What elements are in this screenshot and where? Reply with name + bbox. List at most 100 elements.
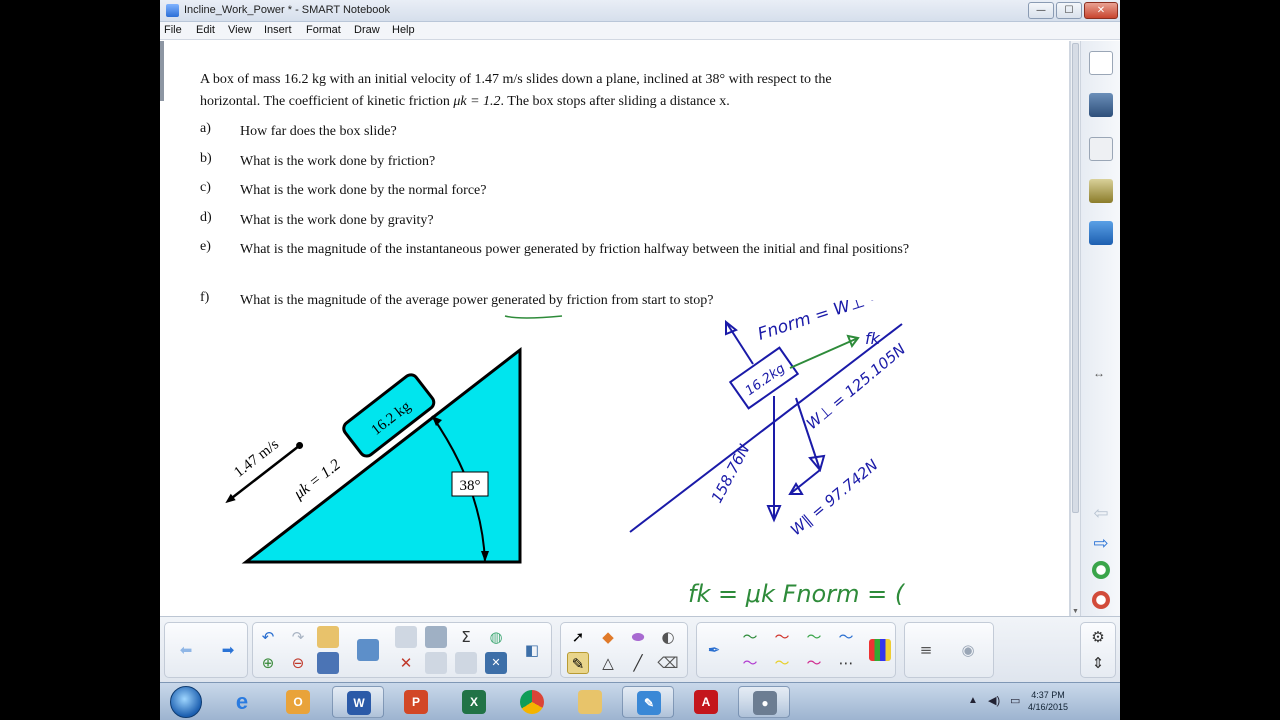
line-tool-icon[interactable]: ╱	[627, 652, 649, 674]
excel-icon: X	[462, 690, 486, 714]
line-width-icon[interactable]: ≡	[915, 639, 937, 661]
pen-style-dark-icon[interactable]: 〜	[739, 626, 761, 648]
globe-icon[interactable]: ◍	[485, 626, 507, 648]
add-page-toolbar-icon[interactable]: ⊕	[257, 652, 279, 674]
save-icon[interactable]	[317, 652, 339, 674]
start-button[interactable]	[170, 686, 202, 718]
page-sorter-tab-icon[interactable]	[1089, 51, 1113, 75]
problem-line-2: horizontal. The coefficient of kinetic f…	[200, 94, 730, 109]
taskbar-smart-notebook[interactable]: ✎	[622, 686, 674, 718]
gallery-image-icon[interactable]	[425, 626, 447, 648]
menu-insert[interactable]: Insert	[264, 24, 292, 36]
mu-value: μk = 1.2	[453, 94, 501, 109]
screen-capture-icon[interactable]	[425, 652, 447, 674]
undo-icon[interactable]: ↶	[257, 626, 279, 648]
taskbar-recorder[interactable]: ●	[738, 686, 790, 718]
menu-edit[interactable]: Edit	[196, 24, 215, 36]
transparency-icon[interactable]: ◉	[957, 639, 979, 661]
paste-icon[interactable]	[395, 626, 417, 648]
tray-show-hidden-icon[interactable]: ▲	[968, 695, 978, 706]
text-tool-icon[interactable]: ⌫	[657, 652, 679, 674]
toolbar-settings-group: ⚙ ⇕	[1080, 622, 1116, 678]
taskbar-chrome[interactable]	[506, 686, 558, 718]
menu-help[interactable]: Help	[392, 24, 415, 36]
fill-icon[interactable]: ◐	[657, 626, 679, 648]
previous-page-icon[interactable]: ⬅	[175, 639, 197, 661]
problem-statement: A box of mass 16.2 kg with an initial ve…	[200, 69, 1020, 113]
close-button[interactable]: ✕	[1084, 2, 1118, 19]
acrobat-icon: A	[694, 690, 718, 714]
smart-notebook-icon: ✎	[637, 691, 661, 715]
wpar-annotation: W∥ = 97.742N	[787, 456, 881, 539]
taskbar-internet-explorer[interactable]: e	[216, 686, 268, 718]
pen-style-pink-icon[interactable]: 〜	[803, 652, 825, 674]
smart-notebook-app-icon	[166, 4, 179, 17]
eraser-icon[interactable]: ⬬	[627, 626, 649, 648]
pen-style-purple-icon[interactable]: 〜	[739, 652, 761, 674]
resize-sidebar-icon[interactable]: ↔	[1093, 366, 1105, 380]
gear-icon[interactable]: ⚙	[1087, 626, 1109, 648]
vertical-scrollbar[interactable]: ▼	[1070, 41, 1080, 616]
volume-icon[interactable]: ◀)	[988, 694, 1000, 707]
taskbar-file-explorer[interactable]	[564, 686, 616, 718]
attachments-tab-icon[interactable]	[1089, 137, 1113, 161]
scroll-down-arrow[interactable]: ▼	[1072, 608, 1079, 615]
fnorm-annotation: Fnorm = W⊥ = 125.105N	[755, 300, 970, 345]
pen-style-green-icon[interactable]: 〜	[803, 626, 825, 648]
properties-tab-icon[interactable]	[1089, 179, 1113, 203]
clock[interactable]: 4:37 PM 4/16/2015	[1028, 689, 1068, 713]
pen-icon[interactable]: ✒	[703, 639, 725, 661]
taskbar-powerpoint[interactable]: P	[390, 686, 442, 718]
delete-page-icon[interactable]	[1092, 591, 1110, 609]
gallery-tab-icon[interactable]	[1089, 93, 1113, 117]
taskbar-excel[interactable]: X	[448, 686, 500, 718]
internet-explorer-icon: e	[235, 689, 249, 714]
next-page-icon[interactable]: ➡	[217, 639, 239, 661]
next-page-arrow-icon[interactable]: ⇨	[1089, 531, 1113, 555]
select-arrow-icon[interactable]: ➚	[567, 626, 589, 648]
menu-file[interactable]: File	[164, 24, 182, 36]
menu-draw[interactable]: Draw	[354, 24, 380, 36]
color-palette-icon[interactable]	[869, 639, 891, 661]
shapes-icon[interactable]: ◆	[597, 626, 619, 648]
taskbar-word[interactable]: W	[332, 686, 384, 718]
table-icon[interactable]	[455, 652, 477, 674]
line-properties-group: ≡ ◉	[904, 622, 994, 678]
scroll-thumb[interactable]	[1072, 43, 1079, 513]
document-camera-icon[interactable]: ◧	[521, 639, 543, 661]
menu-view[interactable]: View	[228, 24, 252, 36]
window-title: Incline_Work_Power * - SMART Notebook	[184, 4, 391, 16]
pen-style-blue-icon[interactable]: 〜	[835, 626, 857, 648]
delete-icon[interactable]: ✕	[395, 652, 417, 674]
fullscreen-icon[interactable]: ✕	[485, 652, 507, 674]
add-page-icon[interactable]	[1092, 561, 1110, 579]
menu-format[interactable]: Format	[306, 24, 341, 36]
open-file-icon[interactable]	[317, 626, 339, 648]
minimize-button[interactable]: —	[1028, 2, 1054, 19]
taskbar-acrobat[interactable]: A	[680, 686, 732, 718]
pen-style-dashed-icon[interactable]: ⋯	[835, 652, 857, 674]
normal-length-annotation: 158.76N	[708, 441, 754, 506]
screen-shade-icon[interactable]	[357, 639, 379, 661]
addons-tab-icon[interactable]	[1089, 221, 1113, 245]
pen-style-red-icon[interactable]: 〜	[771, 626, 793, 648]
bottom-toolbar: ⬅ ➡ ↶ ↷ ⊕ ⊖ Σ ◍ ✕ ✕ ◧ ➚ ◆ ⬬ ◐ ✎ △ ╱ ⌫ ✒ …	[160, 616, 1120, 682]
triangle-tool-icon[interactable]: △	[597, 652, 619, 674]
page-sorter-handle[interactable]	[160, 41, 164, 101]
pen-style-yellow-icon[interactable]: 〜	[771, 652, 793, 674]
menu-bar: File Edit View Insert Format Draw Help	[160, 22, 1120, 40]
pen-tool-icon[interactable]: ✎	[567, 652, 589, 674]
move-toolbar-icon[interactable]: ⇕	[1087, 652, 1109, 674]
maximize-button[interactable]: ☐	[1056, 2, 1082, 19]
taskbar-outlook[interactable]: O	[272, 686, 324, 718]
outlook-icon: O	[286, 690, 310, 714]
previous-page-arrow-icon[interactable]: ⇦	[1089, 501, 1113, 525]
delete-page-toolbar-icon[interactable]: ⊖	[287, 652, 309, 674]
table-insert-icon[interactable]: Σ	[455, 626, 477, 648]
angle-label: 38°	[460, 478, 481, 494]
handwritten-incline-line	[629, 323, 903, 533]
title-bar: Incline_Work_Power * - SMART Notebook — …	[160, 0, 1120, 22]
redo-icon[interactable]: ↷	[287, 626, 309, 648]
mu-underline	[504, 315, 563, 319]
network-icon[interactable]: ▭	[1010, 694, 1020, 707]
